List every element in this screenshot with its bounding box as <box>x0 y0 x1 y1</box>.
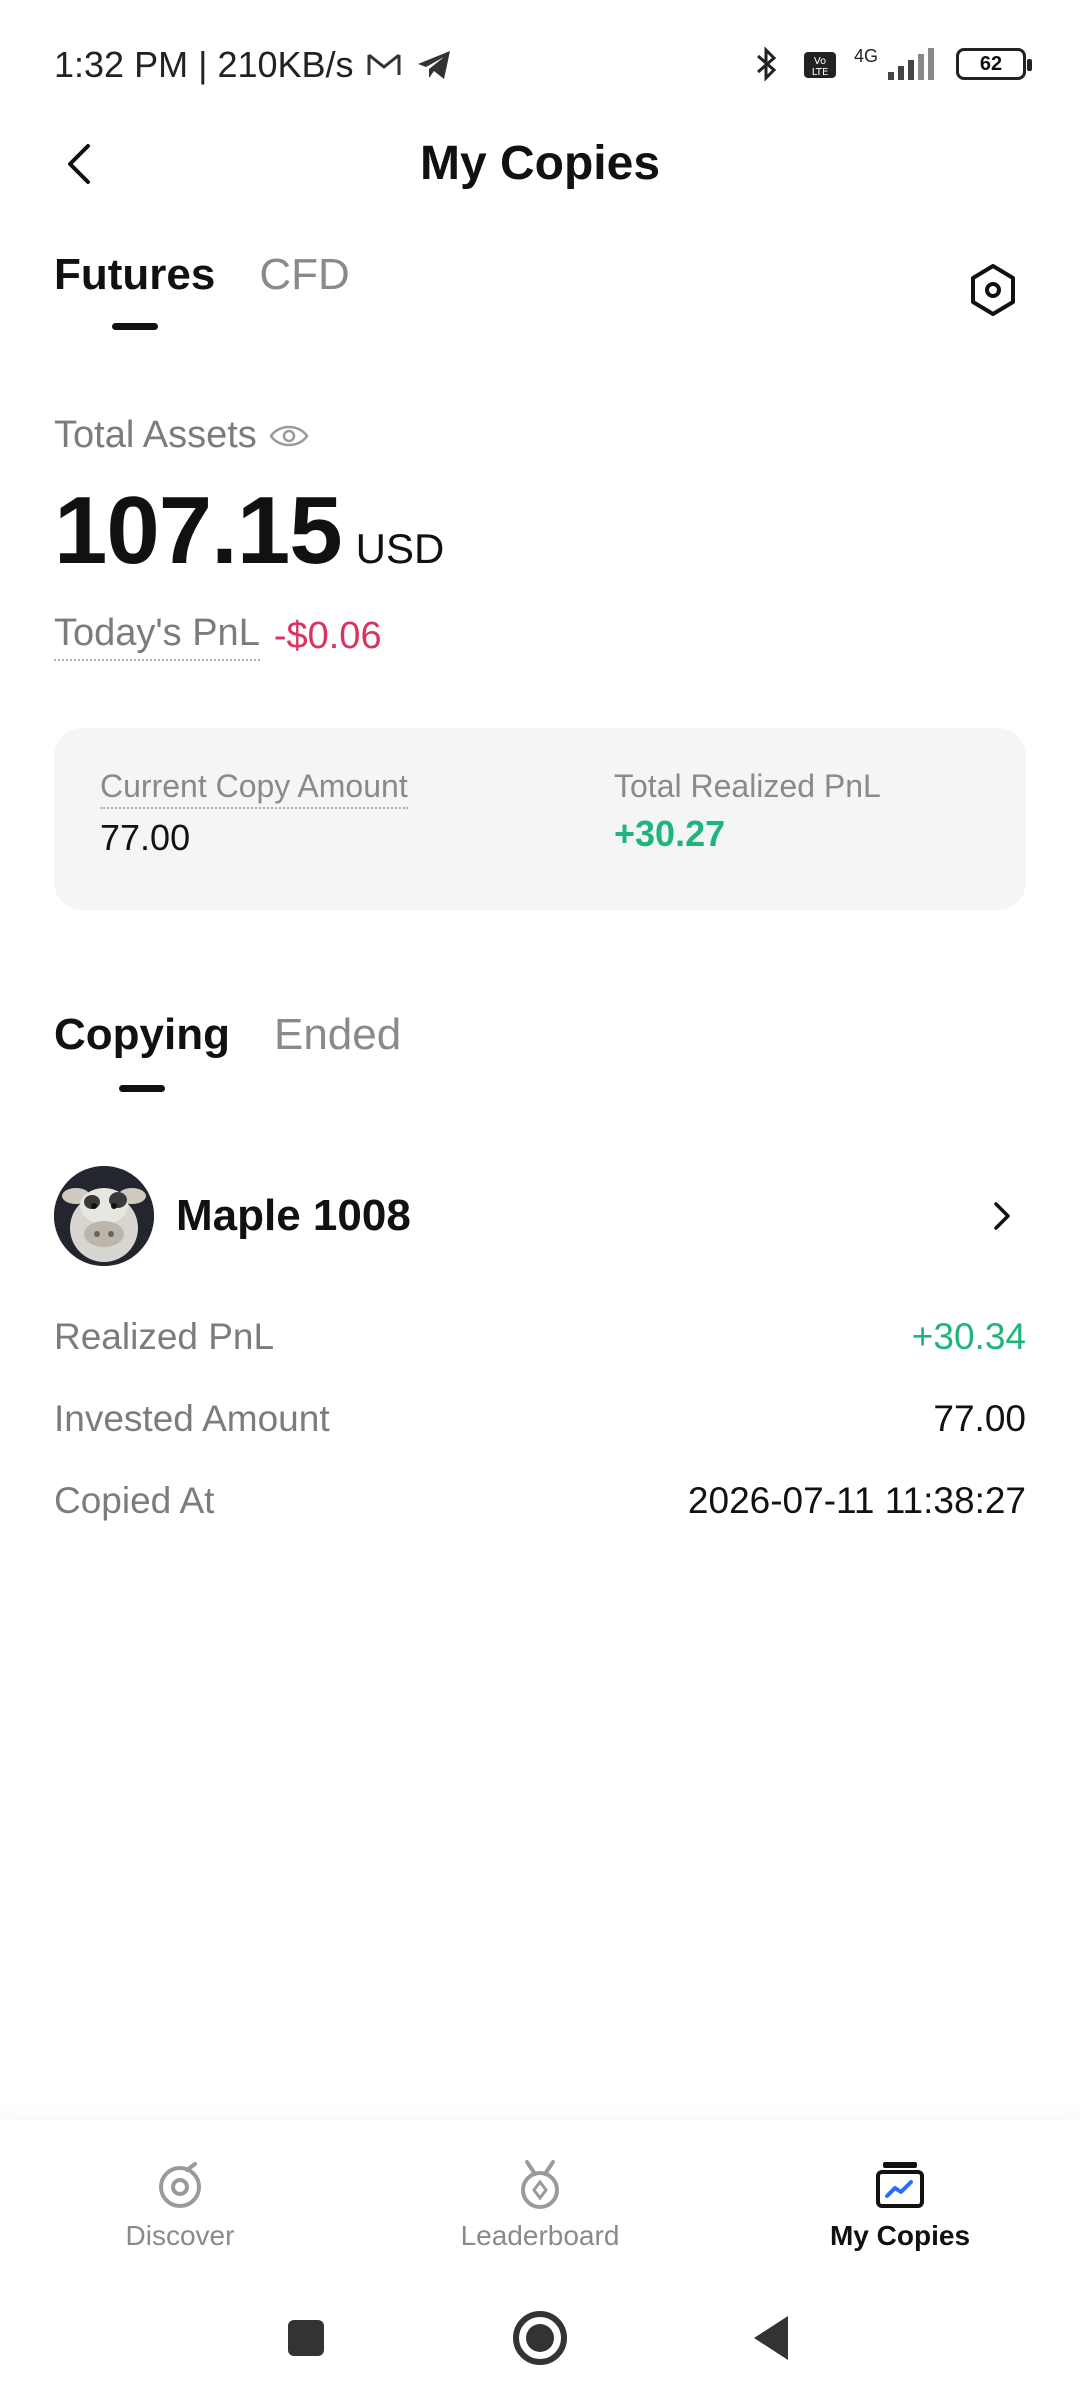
total-assets-label-row: Total Assets <box>54 414 309 457</box>
nav-leaderboard[interactable]: Leaderboard <box>390 2158 690 2252</box>
current-copy-amount-label[interactable]: Current Copy Amount <box>100 768 408 809</box>
tab-futures-label: Futures <box>54 250 216 299</box>
nav-my-copies-label: My Copies <box>829 2220 971 2251</box>
volte-icon: Vo LTE <box>803 52 836 78</box>
total-assets-value: 107.15 <box>54 477 343 584</box>
nav-my-copies[interactable]: My Copies <box>750 2158 1050 2252</box>
nav-discover-label: Discover <box>125 2220 235 2251</box>
total-assets-currency: USD <box>355 525 445 572</box>
system-navigation-bar <box>0 2280 1080 2400</box>
status-left: 1:32 PM | 210KB/s <box>54 44 454 86</box>
signal-icon <box>888 48 934 80</box>
invested-amount-value: 77.00 <box>933 1398 1026 1439</box>
network-type: 4G <box>853 45 878 66</box>
total-realized-pnl-value: +30.27 <box>614 813 726 854</box>
recent-apps-icon[interactable] <box>276 2308 336 2368</box>
copies-icon <box>876 2162 924 2208</box>
current-copy-amount: Current Copy Amount 77.00 <box>100 768 408 859</box>
tab-copying-label: Copying <box>54 1010 230 1059</box>
back-triangle-icon[interactable] <box>744 2308 804 2368</box>
tab-cfd[interactable]: CFD <box>259 250 349 330</box>
copied-at-value: 2026-07-11 11:38:27 <box>687 1480 1026 1521</box>
status-right: Vo LTE 4G 62 <box>746 44 1032 84</box>
copied-at-label: Copied At <box>54 1480 215 1521</box>
total-assets-value-row: 107.15 USD <box>54 476 444 586</box>
tab-active-indicator <box>111 323 158 330</box>
nav-leaderboard-label: Leaderboard <box>460 2220 620 2251</box>
invested-amount-label: Invested Amount <box>54 1398 330 1439</box>
home-icon[interactable] <box>510 2308 570 2368</box>
discover-icon <box>159 2162 201 2208</box>
avatar <box>54 1166 154 1266</box>
eye-icon[interactable] <box>269 422 309 450</box>
status-speed: 210KB/s <box>217 44 354 85</box>
detail-row-invested-amount: Invested Amount 77.00 <box>54 1398 1026 1440</box>
status-time: 1:32 PM <box>54 44 189 85</box>
header: My Copies <box>0 120 1080 216</box>
detail-row-copied-at: Copied At 2026-07-11 11:38:27 <box>54 1480 1026 1522</box>
tab-active-indicator <box>118 1085 165 1092</box>
svg-text:Vo: Vo <box>814 56 826 67</box>
realized-pnl-label: Realized PnL <box>54 1316 275 1357</box>
todays-pnl-row: Today's PnL -$0.06 <box>54 612 382 661</box>
detail-row-realized-pnl: Realized PnL +30.34 <box>54 1316 1026 1358</box>
my-copies-screen: 1:32 PM | 210KB/s Vo LTE 4G 62 My Copies… <box>0 0 1080 2400</box>
market-tabs: Futures CFD <box>54 250 350 330</box>
settings-button[interactable] <box>968 262 1018 318</box>
realized-pnl-value: +30.34 <box>911 1316 1026 1357</box>
page-title: My Copies <box>419 137 661 190</box>
copy-status-tabs: Copying Ended <box>54 1010 401 1092</box>
todays-pnl-value: -$0.06 <box>273 615 382 657</box>
bluetooth-icon <box>756 46 777 82</box>
total-realized-pnl: Total Realized PnL +30.27 <box>614 768 881 855</box>
nav-discover[interactable]: Discover <box>30 2158 330 2252</box>
svg-text:LTE: LTE <box>812 67 829 78</box>
tab-copying[interactable]: Copying <box>54 1010 230 1092</box>
todays-pnl-label[interactable]: Today's PnL <box>54 612 260 661</box>
cow-avatar-icon <box>54 1166 154 1266</box>
status-bar: 1:32 PM | 210KB/s Vo LTE 4G 62 <box>0 0 1080 132</box>
tab-futures[interactable]: Futures <box>54 250 215 330</box>
tab-ended-label: Ended <box>273 1010 402 1059</box>
current-copy-amount-value: 77.00 <box>100 817 191 858</box>
battery-level: 62 <box>979 52 1003 75</box>
battery-icon: 62 <box>956 48 1032 80</box>
total-assets-label: Total Assets <box>54 414 257 456</box>
copy-summary-card: Current Copy Amount 77.00 Total Realized… <box>54 728 1026 910</box>
mail-icon <box>367 53 401 75</box>
trader-name: Maple 1008 <box>176 1191 411 1240</box>
telegram-icon <box>417 51 450 79</box>
bottom-navigation: Discover Leaderboard My Copies <box>0 2120 1080 2270</box>
trader-row[interactable]: Maple 1008 <box>54 1164 1026 1268</box>
total-realized-pnl-label: Total Realized PnL <box>614 768 881 804</box>
tab-cfd-label: CFD <box>259 250 350 299</box>
status-separator: | <box>198 44 208 85</box>
chevron-right-icon <box>994 1202 1010 1230</box>
medal-icon <box>521 2160 559 2209</box>
settings-hexagon-icon <box>971 264 1015 316</box>
tab-ended[interactable]: Ended <box>274 1010 401 1092</box>
